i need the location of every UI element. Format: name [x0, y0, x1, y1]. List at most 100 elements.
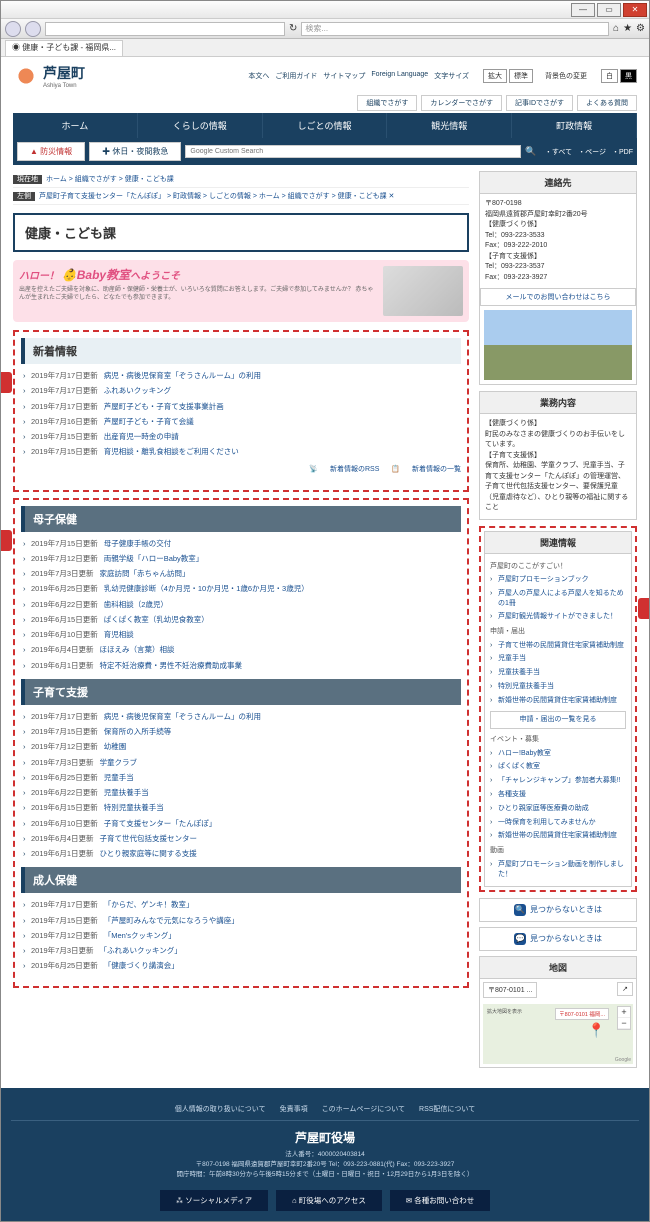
related-link[interactable]: 特別児童扶養手当 — [498, 683, 554, 690]
view-option[interactable]: ・すべて — [545, 147, 572, 157]
item-link[interactable]: 家庭訪問「赤ちゃん訪問」 — [100, 569, 190, 578]
footer-link[interactable]: RSS配信について — [419, 1104, 475, 1114]
item-link[interactable]: 「芦屋町みんなで元気になろうや講座」 — [104, 916, 239, 925]
related-link[interactable]: 子育て世帯の民間賃貸住宅家賃補助制度 — [498, 642, 624, 649]
baby-banner[interactable]: ハロー！ 👶Baby教室へようこそ 出産を控えたご夫婦を対象に、助産師・保健師・… — [13, 260, 469, 322]
gnav-item[interactable]: しごとの情報 — [263, 113, 388, 138]
item-link[interactable]: 乳幼児健康診断（4か月児・10か月児・1歳6か月児・3歳児） — [104, 584, 309, 593]
footer-button[interactable]: ⌂ 町役場へのアクセス — [276, 1190, 382, 1211]
zoom-out-button[interactable]: − — [618, 1018, 630, 1029]
item-link[interactable]: 特定不妊治療費・男性不妊治療費助成事業 — [100, 661, 243, 670]
item-link[interactable]: 出産育児一時金の申請 — [104, 432, 179, 441]
search-input[interactable] — [185, 145, 521, 158]
footer-button[interactable]: ⁂ ソーシャルメディア — [160, 1190, 268, 1211]
minimize-button[interactable]: — — [571, 3, 595, 17]
item-link[interactable]: 育児相談 — [104, 630, 134, 639]
item-link[interactable]: 幼稚園 — [104, 742, 127, 751]
maximize-button[interactable]: ▭ — [597, 3, 621, 17]
subnav-item[interactable]: カレンダーでさがす — [421, 95, 502, 111]
top-link[interactable]: 本文へ — [248, 71, 269, 81]
subnav-item[interactable]: よくある質問 — [577, 95, 637, 111]
map-layer-toggle[interactable]: 拡大地図を表示 — [487, 1008, 522, 1015]
item-link[interactable]: 母子健康手帳の交付 — [104, 539, 172, 548]
footer-button[interactable]: ✉ 各種お問い合わせ — [390, 1190, 490, 1211]
notfound-button-2[interactable]: 💬見つからないときは — [479, 927, 637, 951]
subnav-item[interactable]: 組織でさがす — [357, 95, 417, 111]
top-link[interactable]: 文字サイズ — [434, 71, 469, 81]
footer-link[interactable]: 免責事項 — [280, 1104, 308, 1114]
related-link[interactable]: ぱくぱく教室 — [498, 763, 540, 770]
bousai-button[interactable]: ▲ 防災情報 — [17, 142, 85, 161]
item-link[interactable]: 「ふれあいクッキング」 — [100, 946, 182, 955]
address-bar[interactable] — [45, 22, 285, 36]
subnav-item[interactable]: 記事IDでさがす — [506, 95, 573, 111]
item-link[interactable]: 子育て支援センター「たんぽぽ」 — [104, 819, 217, 828]
item-link[interactable]: 保育所の入所手続等 — [104, 727, 172, 736]
top-link[interactable]: ご利用ガイド — [275, 71, 317, 81]
item-link[interactable]: 「Men'sクッキング」 — [104, 931, 176, 940]
size-button[interactable]: 拡大 — [483, 69, 507, 83]
item-link[interactable]: ひとり親家庭等に関する支援 — [100, 849, 197, 858]
related-link[interactable]: 「チャレンジキャンプ」参加者大募集!! — [498, 777, 621, 784]
related-link[interactable]: 児童扶養手当 — [498, 669, 540, 676]
size-button[interactable]: 標準 — [509, 69, 533, 83]
item-link[interactable]: ほほえみ（言葉）相談 — [100, 645, 175, 654]
site-logo[interactable]: 芦屋町 Ashiya Town — [13, 63, 85, 89]
related-link[interactable]: 芦屋町プロモーション動画を制作しました！ — [498, 861, 624, 878]
related-link[interactable]: 児童手当 — [498, 655, 526, 662]
browser-search[interactable]: 検索... — [301, 22, 609, 36]
related-link[interactable]: 新婚世帯の民間賃貸住宅家賃補助制度 — [498, 832, 617, 839]
footer-link[interactable]: このホームページについて — [322, 1104, 405, 1114]
refresh-icon[interactable]: ↻ — [289, 23, 297, 34]
related-link[interactable]: 芦屋町観光情報サイトができました！ — [498, 613, 617, 620]
forward-button[interactable] — [25, 21, 41, 37]
top-link[interactable]: Foreign Language — [371, 71, 428, 81]
related-link[interactable]: ひとり親家庭等医療費の助成 — [498, 805, 589, 812]
item-link[interactable]: 病児・病後児保育室「ぞうさんルーム」の利用 — [104, 371, 261, 380]
item-link[interactable]: 特別児童扶養手当 — [104, 803, 164, 812]
related-link[interactable]: 芦屋人の芦屋人による芦屋人を知るための1冊 — [498, 590, 624, 607]
map-canvas[interactable]: 拡大地図を表示 📍 〒807-0101 福岡... + − Google — [483, 1004, 633, 1064]
bg-white[interactable]: 白 — [601, 69, 618, 83]
list-all-link[interactable]: 📋 新着情報の一覧 — [391, 466, 461, 473]
browser-tab[interactable]: ◉ 健康・子ども課 - 福岡県... — [5, 40, 123, 56]
related-link[interactable]: ハロー!Baby教室 — [498, 750, 551, 757]
related-link[interactable]: 各種支援 — [498, 791, 526, 798]
item-link[interactable]: ふれあいクッキング — [104, 386, 171, 395]
gnav-item[interactable]: 観光情報 — [387, 113, 512, 138]
view-option[interactable]: ・PDF — [612, 147, 633, 157]
bg-black[interactable]: 黒 — [620, 69, 637, 83]
item-link[interactable]: 子育て世代包括支援センター — [100, 834, 198, 843]
search-button[interactable]: 🔍 — [521, 145, 541, 158]
item-link[interactable]: 児童扶養手当 — [104, 788, 149, 797]
gnav-item[interactable]: ホーム — [13, 113, 138, 138]
notfound-button-1[interactable]: 🔍見つからないときは — [479, 898, 637, 922]
back-button[interactable] — [5, 21, 21, 37]
gnav-item[interactable]: くらしの情報 — [138, 113, 263, 138]
item-link[interactable]: 学童クラブ — [100, 758, 138, 767]
item-link[interactable]: 児童手当 — [104, 773, 134, 782]
favorites-icon[interactable]: ★ — [623, 23, 632, 34]
related-link[interactable]: 一時保育を利用してみませんか — [498, 819, 596, 826]
view-option[interactable]: ・ページ — [578, 147, 606, 157]
item-link[interactable]: 「健康づくり講演会」 — [104, 961, 179, 970]
zoom-in-button[interactable]: + — [618, 1007, 630, 1018]
related-link[interactable]: 新婚世帯の民間賃貸住宅家賃補助制度 — [498, 697, 617, 704]
item-link[interactable]: 両親学級「ハローBaby教室」 — [104, 554, 204, 563]
item-link[interactable]: 芦屋町子ども・子育て会議 — [104, 417, 194, 426]
item-link[interactable]: 育児相談・離乳食相談をご利用ください — [104, 447, 239, 456]
item-link[interactable]: 病児・病後児保育室「ぞうさんルーム」の利用 — [104, 712, 261, 721]
home-icon[interactable]: ⌂ — [613, 23, 619, 34]
kyujitsu-button[interactable]: ✚ 休日・夜間救急 — [89, 142, 181, 161]
item-link[interactable]: 歯科相談（2歳児） — [104, 600, 168, 609]
tools-icon[interactable]: ⚙ — [636, 23, 645, 34]
top-link[interactable]: サイトマップ — [323, 71, 365, 81]
item-link[interactable]: 芦屋町子ども・子育て支援事業計画 — [104, 402, 224, 411]
close-button[interactable]: ✕ — [623, 3, 647, 17]
map-directions-icon[interactable]: ↗ — [617, 982, 633, 996]
gnav-item[interactable]: 町政情報 — [512, 113, 637, 138]
footer-link[interactable]: 個人情報の取り扱いについて — [175, 1104, 266, 1114]
item-link[interactable]: ぱくぱく教室（乳幼児食教室） — [104, 615, 209, 624]
related-link[interactable]: 芦屋町プロモーションブック — [498, 576, 589, 583]
rss-link[interactable]: 📡 新着情報のRSS — [309, 466, 379, 473]
